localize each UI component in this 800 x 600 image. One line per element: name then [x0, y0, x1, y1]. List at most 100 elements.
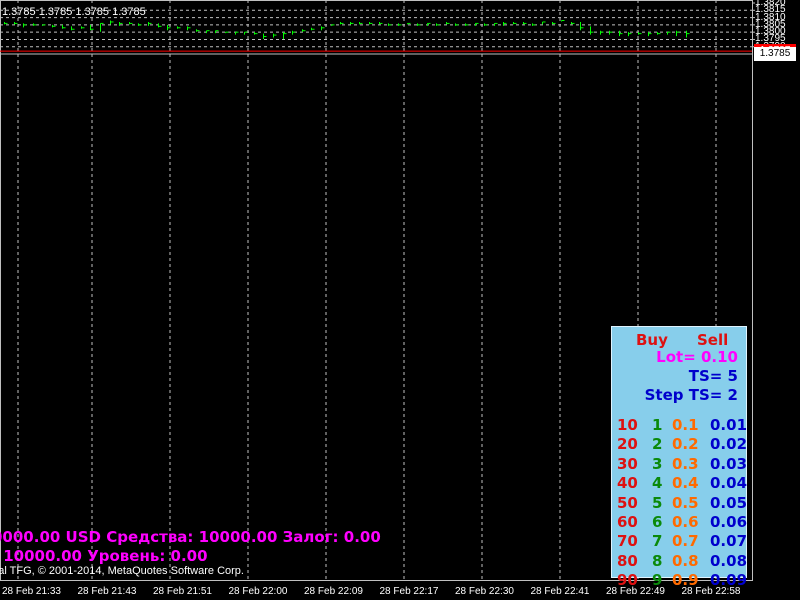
lot-step-option[interactable]: 6	[652, 513, 662, 531]
time-tick-label: 28 Feb 21:51	[153, 586, 212, 597]
price-bar	[14, 21, 18, 25]
price-bar	[33, 23, 37, 26]
lot-option[interactable]: 0.6	[672, 513, 699, 531]
parameter-row: 10 1 0.1 0.01	[616, 416, 747, 435]
trailing-stop-display: TS= 5	[688, 367, 738, 385]
price-bar	[446, 21, 450, 25]
price-bar	[254, 32, 258, 35]
price-bar	[648, 32, 652, 37]
price-bar	[263, 33, 267, 39]
price-bar	[571, 21, 575, 25]
price-bars	[4, 19, 690, 39]
price-bar	[359, 21, 363, 25]
time-tick-label: 28 Feb 22:17	[379, 586, 439, 597]
slippage-option[interactable]: 30	[617, 455, 638, 473]
price-bar	[552, 21, 556, 25]
time-tick-label: 28 Feb 22:09	[304, 586, 363, 597]
slippage-option[interactable]: 40	[617, 474, 638, 492]
slippage-option[interactable]: 20	[617, 435, 638, 453]
price-bar	[158, 23, 162, 28]
parameter-row: 20 2 0.2 0.02	[616, 435, 747, 454]
price-bar	[321, 26, 325, 31]
price-bar	[331, 24, 335, 26]
price-bar	[542, 21, 546, 25]
slippage-option[interactable]: 60	[617, 513, 638, 531]
lot-step-option[interactable]: 9	[652, 571, 662, 589]
lot-option[interactable]: 0.2	[672, 435, 699, 453]
lot-step-option[interactable]: 3	[652, 455, 662, 473]
price-bar	[667, 31, 671, 35]
price-bar	[283, 32, 287, 39]
lot-step-option[interactable]: 5	[652, 494, 662, 512]
parameter-row: 30 3 0.3 0.03	[616, 455, 747, 474]
price-bar	[129, 21, 133, 25]
micro-lot-option[interactable]: 0.04	[710, 474, 747, 492]
lot-option[interactable]: 0.4	[672, 474, 699, 492]
price-bar	[455, 23, 459, 26]
price-bar	[42, 24, 46, 26]
price-bar	[523, 21, 527, 25]
price-bar	[436, 23, 440, 26]
price-bar	[23, 23, 27, 28]
price-bar	[407, 22, 411, 25]
time-tick-label: 28 Feb 21:43	[77, 586, 137, 597]
price-bar	[81, 26, 85, 29]
sell-button[interactable]: Sell	[697, 331, 728, 349]
lot-step-option[interactable]: 8	[652, 552, 662, 570]
price-bar	[590, 26, 594, 35]
price-bar	[379, 21, 383, 25]
lot-option[interactable]: 0.3	[672, 455, 699, 473]
lot-option[interactable]: 0.8	[672, 552, 699, 570]
price-bar	[600, 30, 604, 35]
price-bar	[369, 21, 373, 25]
micro-lot-option[interactable]: 0.08	[710, 552, 747, 570]
lot-step-option[interactable]: 4	[652, 474, 662, 492]
price-bar	[71, 26, 75, 31]
price-bar	[311, 27, 315, 31]
account-free-margin-line: : 10000.00 Уровень: 0.00	[0, 547, 208, 565]
price-bar	[427, 22, 431, 26]
slippage-option[interactable]: 80	[617, 552, 638, 570]
price-bar	[177, 26, 181, 29]
micro-lot-option[interactable]: 0.01	[710, 416, 747, 434]
price-bar	[388, 23, 392, 26]
trailing-step-display: Step TS= 2	[644, 386, 738, 404]
micro-lot-option[interactable]: 0.07	[710, 532, 747, 550]
time-tick-label: 28 Feb 21:33	[2, 586, 61, 597]
micro-lot-option[interactable]: 0.03	[710, 455, 747, 473]
price-bar	[417, 23, 421, 26]
account-balance-line: 0000.00 USD Средства: 10000.00 Залог: 0.…	[0, 528, 381, 546]
price-bar	[398, 23, 402, 26]
lot-step-option[interactable]: 2	[652, 435, 662, 453]
price-bar	[273, 33, 277, 38]
price-bar	[292, 30, 296, 35]
price-levels	[0, 50, 752, 55]
parameter-row: 60 6 0.6 0.06	[616, 513, 747, 532]
lot-option[interactable]: 0.9	[672, 571, 699, 589]
slippage-option[interactable]: 70	[617, 532, 638, 550]
price-bar	[609, 30, 613, 35]
lot-option[interactable]: 0.5	[672, 494, 699, 512]
price-bar	[196, 29, 200, 32]
buy-button[interactable]: Buy	[636, 331, 668, 349]
time-tick-label: 28 Feb 22:41	[530, 586, 590, 597]
micro-lot-option[interactable]: 0.06	[710, 513, 747, 531]
price-bar	[676, 30, 680, 37]
slippage-option[interactable]: 50	[617, 494, 638, 512]
price-bar	[225, 31, 229, 34]
price-bar	[513, 21, 517, 25]
lot-option[interactable]: 0.1	[672, 416, 699, 434]
parameter-row: 50 5 0.5 0.05	[616, 494, 747, 513]
slippage-option[interactable]: 90	[617, 571, 638, 589]
lot-step-option[interactable]: 1	[652, 416, 662, 434]
price-bar	[475, 22, 479, 26]
price-bar	[62, 24, 66, 29]
micro-lot-option[interactable]: 0.09	[710, 571, 747, 589]
lot-step-option[interactable]: 7	[652, 532, 662, 550]
lot-option[interactable]: 0.7	[672, 532, 699, 550]
slippage-option[interactable]: 10	[617, 416, 638, 434]
price-bar	[187, 26, 191, 31]
micro-lot-option[interactable]: 0.05	[710, 494, 747, 512]
price-bar	[244, 31, 248, 35]
micro-lot-option[interactable]: 0.02	[710, 435, 747, 453]
